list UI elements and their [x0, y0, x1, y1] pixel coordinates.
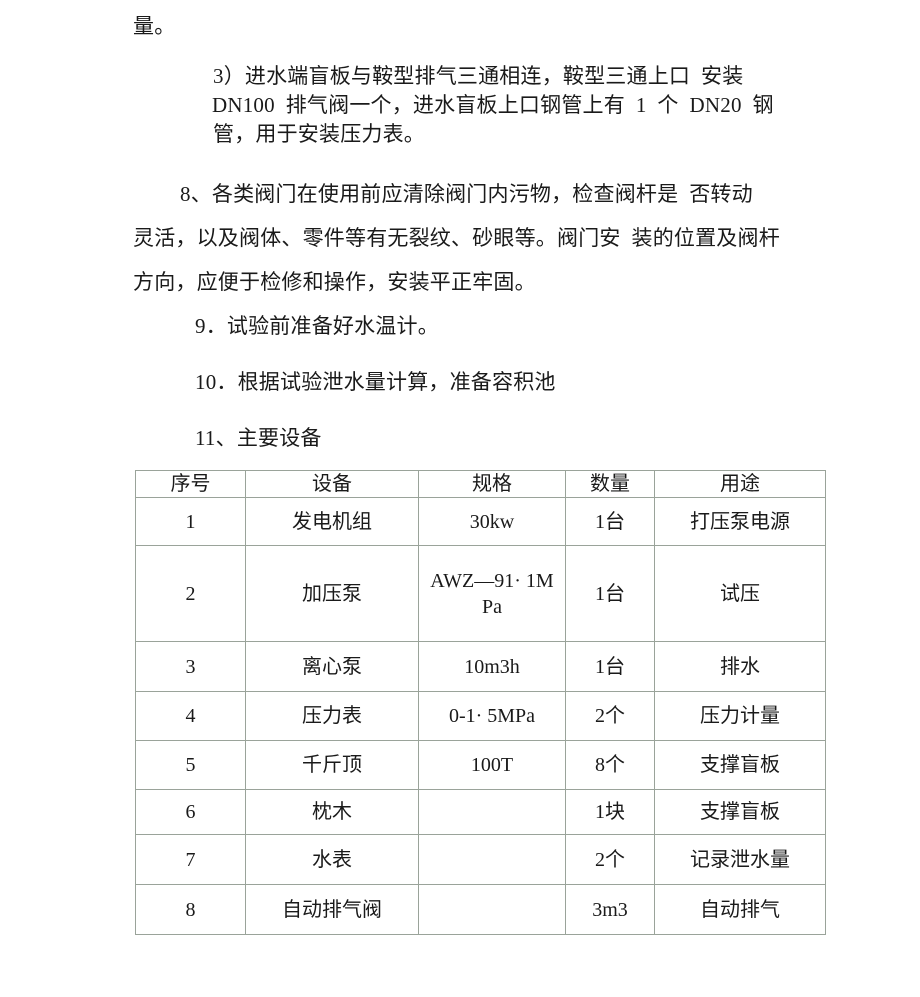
table-row: 2 加压泵 AWZ—91· 1M Pa 1台 试压: [135, 545, 826, 642]
equipment-table: 序号 设备 规格 数量 用途 1 发电机组 30kw 1台 打压泵电源 2 加压…: [135, 470, 826, 935]
cell-device: 千斤顶: [245, 740, 419, 790]
cell-usage: 试压: [654, 545, 826, 642]
column-header-usage: 用途: [654, 470, 826, 498]
cell-usage: 支撑盲板: [654, 740, 826, 790]
cell-index: 1: [135, 497, 246, 546]
cell-spec: 0-1· 5MPa: [418, 691, 566, 741]
cell-index: 4: [135, 691, 246, 741]
paragraph-item-9: 9．试验前准备好水温计。: [195, 312, 755, 340]
cell-device: 水表: [245, 834, 419, 885]
table-row: 4 压力表 0-1· 5MPa 2个 压力计量: [135, 691, 826, 741]
cell-index: 7: [135, 834, 246, 885]
table-row: 3 离心泵 10m3h 1台 排水: [135, 641, 826, 692]
table-row: 6 枕木 1块 支撑盲板: [135, 789, 826, 835]
cell-spec-line-2: Pa: [482, 595, 502, 618]
text-line: 管，用于安装压力表。: [213, 122, 425, 146]
cell-device: 自动排气阀: [245, 884, 419, 935]
text-line: 10．根据试验泄水量计算，准备容积池: [195, 370, 556, 394]
cell-usage: 记录泄水量: [654, 834, 826, 885]
paragraph-item-3: 3）进水端盲板与鞍型排气三通相连，鞍型三通上口 安装 DN100 排气阀一个，进…: [212, 62, 774, 149]
cell-usage: 打压泵电源: [654, 497, 826, 546]
column-header-spec: 规格: [418, 470, 566, 498]
table-row: 7 水表 2个 记录泄水量: [135, 834, 826, 885]
cell-device: 枕木: [245, 789, 419, 835]
cell-quantity: 1台: [565, 497, 655, 546]
cell-index: 3: [135, 641, 246, 692]
cell-device: 离心泵: [245, 641, 419, 692]
cell-spec: AWZ—91· 1M Pa: [418, 545, 566, 642]
cell-index: 6: [135, 789, 246, 835]
cell-spec: 10m3h: [418, 641, 566, 692]
paragraph-item-10: 10．根据试验泄水量计算，准备容积池: [195, 368, 755, 396]
paragraph-continuation: 量。: [133, 12, 773, 40]
cell-spec: 30kw: [418, 497, 566, 546]
table-row: 8 自动排气阀 3m3 自动排气: [135, 884, 826, 935]
text-line: 8、各类阀门在使用前应清除阀门内污物，检查阀杆是 否转动: [180, 182, 753, 206]
cell-quantity: 3m3: [565, 884, 655, 935]
cell-spec: [418, 789, 566, 835]
cell-quantity: 1块: [565, 789, 655, 835]
cell-device: 加压泵: [245, 545, 419, 642]
cell-usage: 自动排气: [654, 884, 826, 935]
cell-index: 8: [135, 884, 246, 935]
cell-spec-line-1: AWZ—91· 1M: [430, 569, 554, 592]
text-line: 9．试验前准备好水温计。: [195, 314, 439, 338]
cell-quantity: 2个: [565, 691, 655, 741]
cell-quantity: 8个: [565, 740, 655, 790]
cell-spec: 100T: [418, 740, 566, 790]
cell-device: 压力表: [245, 691, 419, 741]
cell-spec: [418, 834, 566, 885]
text-line: 方向，应便于检修和操作，安装平正牢固。: [133, 270, 536, 294]
text-line: 11、主要设备: [195, 426, 322, 450]
text-line: 3）进水端盲板与鞍型排气三通相连，鞍型三通上口 安装: [213, 64, 744, 88]
column-header-index: 序号: [135, 470, 246, 498]
cell-index: 5: [135, 740, 246, 790]
cell-usage: 排水: [654, 641, 826, 692]
cell-quantity: 1台: [565, 641, 655, 692]
text-line: DN100 排气阀一个，进水盲板上口钢管上有 1 个 DN20 钢: [212, 93, 774, 117]
cell-usage: 支撑盲板: [654, 789, 826, 835]
paragraph-item-11: 11、主要设备: [195, 424, 755, 452]
text-line: 灵活，以及阀体、零件等有无裂纹、砂眼等。阀门安 装的位置及阀杆: [133, 226, 780, 250]
paragraph-item-8: 8、各类阀门在使用前应清除阀门内污物，检查阀杆是 否转动 灵活，以及阀体、零件等…: [133, 172, 780, 304]
cell-index: 2: [135, 545, 246, 642]
cell-device: 发电机组: [245, 497, 419, 546]
column-header-device: 设备: [245, 470, 419, 498]
table-row: 5 千斤顶 100T 8个 支撑盲板: [135, 740, 826, 790]
document-page: 量。 3）进水端盲板与鞍型排气三通相连，鞍型三通上口 安装 DN100 排气阀一…: [0, 0, 920, 997]
column-header-quantity: 数量: [565, 470, 655, 498]
cell-quantity: 2个: [565, 834, 655, 885]
cell-usage: 压力计量: [654, 691, 826, 741]
text-line: 量。: [133, 14, 176, 38]
table-header-row: 序号 设备 规格 数量 用途: [135, 470, 826, 498]
cell-spec: [418, 884, 566, 935]
table-row: 1 发电机组 30kw 1台 打压泵电源: [135, 497, 826, 546]
cell-quantity: 1台: [565, 545, 655, 642]
